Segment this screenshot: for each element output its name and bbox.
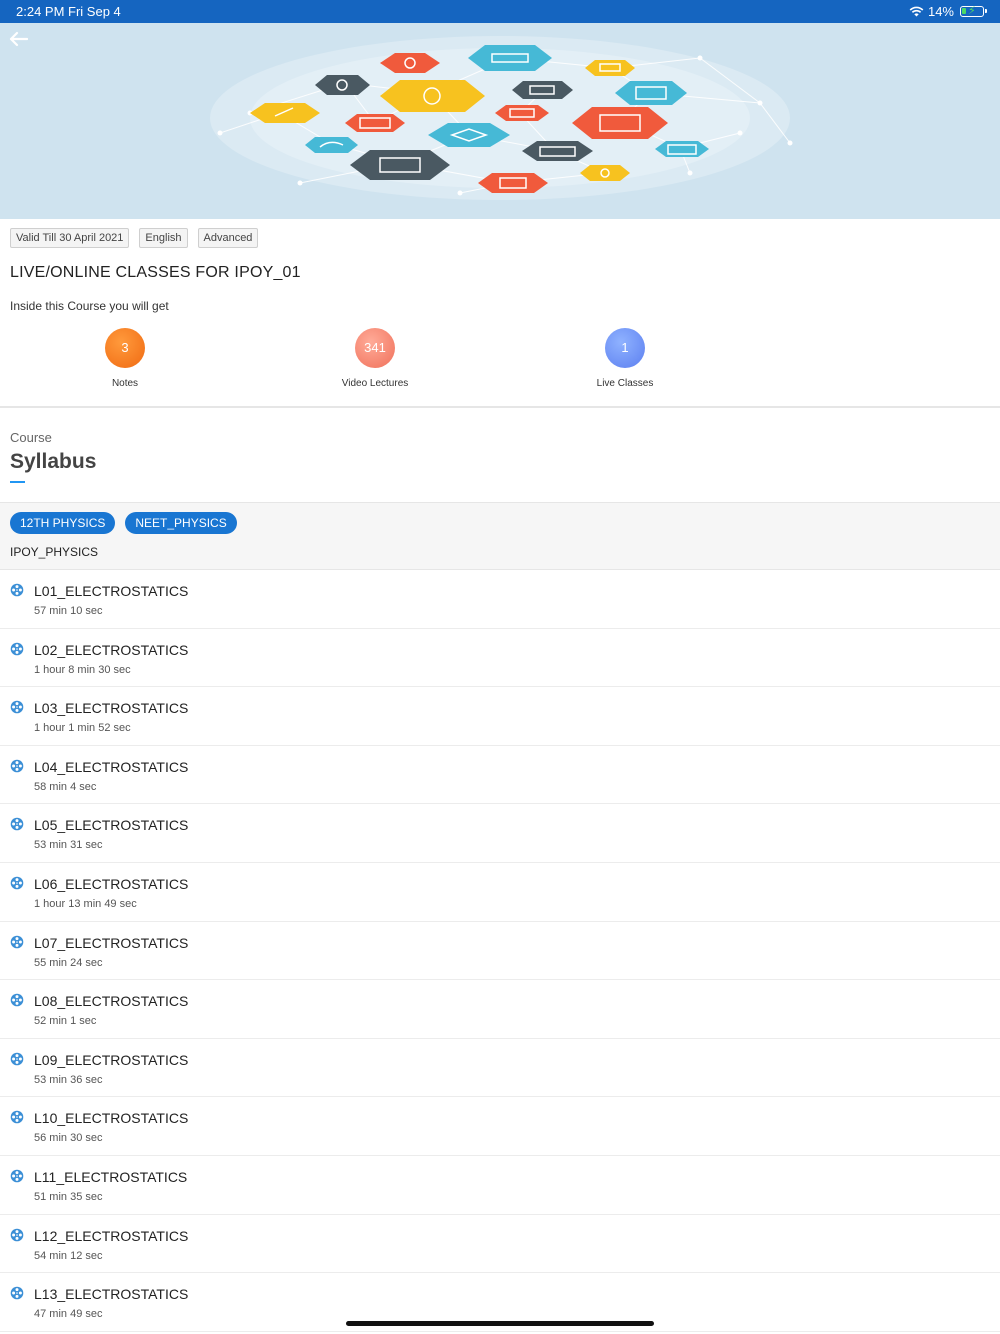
lesson-row[interactable]: L02_ELECTROSTATICS 1 hour 8 min 30 sec — [0, 629, 1000, 688]
lesson-duration: 56 min 30 sec — [34, 1132, 103, 1145]
lesson-name: L02_ELECTROSTATICS — [34, 641, 189, 658]
lesson-duration: 52 min 1 sec — [34, 1015, 97, 1028]
lesson-name: L06_ELECTROSTATICS — [34, 875, 189, 892]
lesson-duration: 47 min 49 sec — [34, 1308, 103, 1321]
subject-filter-label: IPOY_PHYSICS — [10, 545, 99, 559]
subject-filter-area: 12TH PHYSICS NEET_PHYSICS IPOY_PHYSICS — [0, 502, 1000, 570]
inside-course-label: Inside this Course you will get — [10, 299, 169, 313]
film-reel-icon — [10, 817, 24, 831]
lesson-duration: 1 hour 8 min 30 sec — [34, 663, 131, 676]
lesson-row[interactable]: L05_ELECTROSTATICS 53 min 31 sec — [0, 804, 1000, 863]
lesson-name: L05_ELECTROSTATICS — [34, 817, 189, 834]
lesson-row[interactable]: L12_ELECTROSTATICS 54 min 12 sec — [0, 1215, 1000, 1274]
video-lectures-count-badge: 341 — [355, 328, 395, 368]
lesson-duration: 53 min 36 sec — [34, 1073, 103, 1086]
lesson-name: L12_ELECTROSTATICS — [34, 1227, 189, 1244]
lesson-name: L07_ELECTROSTATICS — [34, 934, 189, 951]
banner-illustration — [210, 36, 793, 200]
lesson-row[interactable]: L10_ELECTROSTATICS 56 min 30 sec — [0, 1097, 1000, 1156]
lesson-name: L08_ELECTROSTATICS — [34, 993, 189, 1010]
film-reel-icon — [10, 1052, 24, 1066]
lesson-name: L04_ELECTROSTATICS — [34, 758, 189, 775]
lesson-row[interactable]: L09_ELECTROSTATICS 53 min 36 sec — [0, 1039, 1000, 1098]
battery-percent: 14% — [927, 4, 954, 19]
live-classes-count-badge: 1 — [605, 328, 645, 368]
lesson-row[interactable]: L08_ELECTROSTATICS 52 min 1 sec — [0, 980, 1000, 1039]
lesson-row[interactable]: L01_ELECTROSTATICS 57 min 10 sec — [0, 570, 1000, 629]
film-reel-icon — [10, 700, 24, 714]
film-reel-icon — [10, 583, 24, 597]
back-arrow-icon[interactable] — [8, 31, 34, 57]
stat-video-lectures[interactable]: 341 Video Lectures — [305, 328, 445, 389]
stat-live-classes[interactable]: 1 Live Classes — [555, 328, 695, 389]
home-indicator — [346, 1321, 654, 1326]
lesson-duration: 55 min 24 sec — [34, 956, 103, 969]
film-reel-icon — [10, 876, 24, 890]
lesson-row[interactable]: L04_ELECTROSTATICS 58 min 4 sec — [0, 746, 1000, 805]
lesson-name: L03_ELECTROSTATICS — [34, 700, 189, 717]
tag-language: English — [139, 228, 188, 248]
section-underline — [10, 481, 25, 483]
chip-12th-physics[interactable]: 12TH PHYSICS — [10, 512, 116, 534]
chip-neet-physics[interactable]: NEET_PHYSICS — [125, 512, 237, 534]
lesson-row[interactable]: L11_ELECTROSTATICS 51 min 35 sec — [0, 1156, 1000, 1215]
film-reel-icon — [10, 1169, 24, 1183]
course-banner — [0, 23, 1000, 219]
status-right: 14% ⚡ — [909, 4, 987, 19]
film-reel-icon — [10, 759, 24, 773]
lesson-duration: 51 min 35 sec — [34, 1190, 103, 1203]
stat-notes[interactable]: 3 Notes — [55, 328, 195, 389]
lesson-row[interactable]: L03_ELECTROSTATICS 1 hour 1 min 52 sec — [0, 687, 1000, 746]
status-bar: 2:24 PM Fri Sep 4 14% ⚡ — [0, 0, 1000, 23]
film-reel-icon — [10, 1228, 24, 1242]
lesson-list: L01_ELECTROSTATICS 57 min 10 sec L02_ELECT… — [0, 570, 1000, 1332]
lesson-name: L01_ELECTROSTATICS — [34, 583, 189, 599]
tag-level: Advanced — [197, 228, 259, 248]
lesson-name: L10_ELECTROSTATICS — [34, 1110, 189, 1127]
course-tags: Valid Till 30 April 2021 English Advance… — [10, 228, 259, 248]
lesson-row[interactable]: L07_ELECTROSTATICS 55 min 24 sec — [0, 922, 1000, 981]
wifi-icon — [909, 6, 924, 17]
lesson-name: L11_ELECTROSTATICS — [34, 1168, 188, 1185]
lesson-duration: 54 min 12 sec — [34, 1249, 103, 1262]
notes-count-badge: 3 — [105, 328, 145, 368]
lesson-duration: 1 hour 1 min 52 sec — [34, 722, 131, 735]
live-classes-label: Live Classes — [596, 378, 654, 389]
course-title: LIVE/ONLINE CLASSES FOR IPOY_01 — [10, 264, 301, 281]
video-lectures-label: Video Lectures — [341, 378, 409, 389]
film-reel-icon — [10, 935, 24, 949]
section-divider — [0, 406, 1000, 408]
tag-validity: Valid Till 30 April 2021 — [10, 228, 130, 248]
subject-chips: 12TH PHYSICS NEET_PHYSICS — [10, 512, 237, 534]
film-reel-icon — [10, 1286, 24, 1300]
film-reel-icon — [10, 993, 24, 1007]
section-title: Syllabus — [10, 450, 97, 473]
lesson-duration: 58 min 4 sec — [34, 780, 97, 793]
film-reel-icon — [10, 1110, 24, 1124]
lesson-name: L09_ELECTROSTATICS — [34, 1051, 189, 1068]
lesson-name: L13_ELECTROSTATICS — [34, 1286, 189, 1303]
battery-charging-icon: ⚡ — [960, 5, 987, 17]
lesson-row[interactable]: L06_ELECTROSTATICS 1 hour 13 min 49 sec — [0, 863, 1000, 922]
lesson-duration: 57 min 10 sec — [34, 605, 103, 617]
status-time: 2:24 PM Fri Sep 4 — [16, 4, 121, 19]
section-subtitle: Course — [10, 430, 52, 445]
lesson-duration: 1 hour 13 min 49 sec — [34, 897, 137, 910]
film-reel-icon — [10, 642, 24, 656]
lesson-duration: 53 min 31 sec — [34, 839, 103, 852]
notes-label: Notes — [111, 378, 139, 389]
